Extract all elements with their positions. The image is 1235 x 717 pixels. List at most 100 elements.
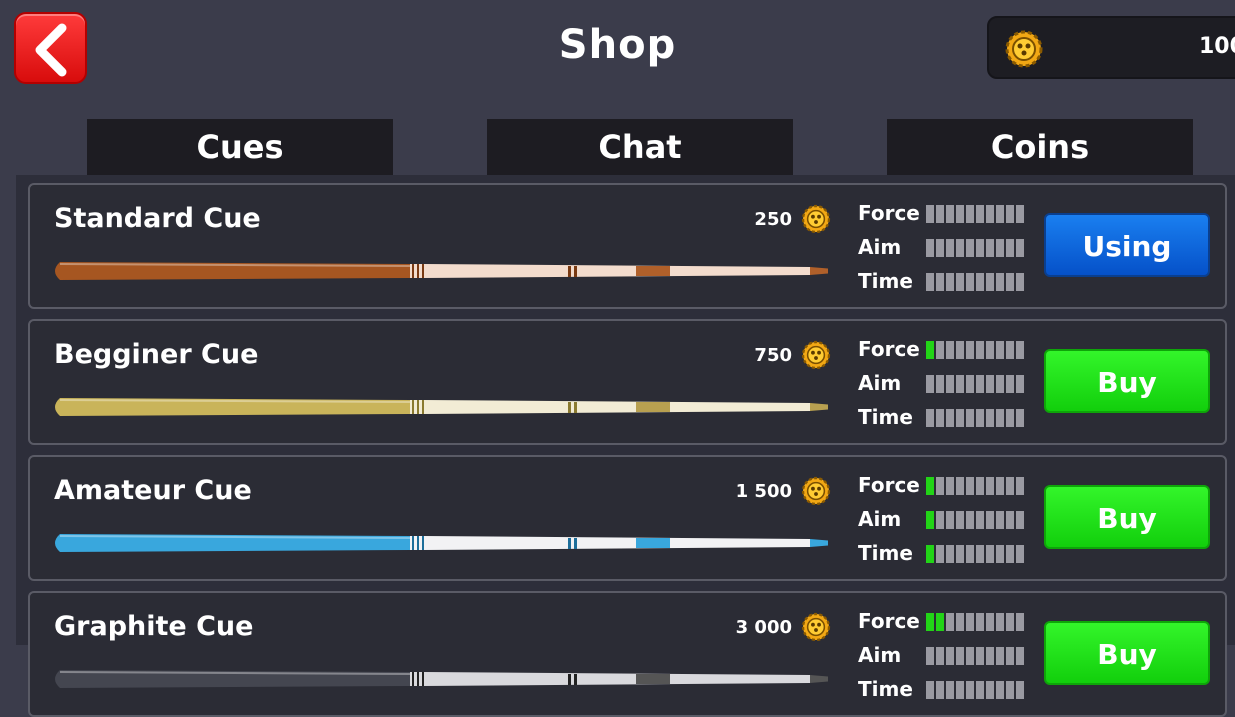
stat-segment: [936, 205, 944, 223]
stat-segment: [976, 205, 984, 223]
stat-segment: [966, 273, 974, 291]
stat-meter-time: [926, 545, 1024, 563]
stat-segment: [936, 511, 944, 529]
stat-segment: [936, 545, 944, 563]
stat-segment: [946, 409, 954, 427]
coin-icon: [1005, 30, 1043, 68]
stat-segment: [966, 341, 974, 359]
stat-segment: [1006, 681, 1014, 699]
buy-button[interactable]: Buy: [1044, 485, 1210, 549]
stat-segment: [966, 205, 974, 223]
buy-button[interactable]: Buy: [1044, 621, 1210, 685]
stat-segment: [946, 511, 954, 529]
stat-segment: [986, 681, 994, 699]
cue-card: Begginer Cue 750 Force Aim Time Buy: [28, 319, 1227, 445]
stat-segment: [1016, 681, 1024, 699]
cue-stick-image: [55, 670, 828, 688]
stat-segment: [1016, 239, 1024, 257]
cue-name: Begginer Cue: [54, 339, 259, 370]
stat-meter-force: [926, 613, 1024, 631]
stat-segment: [926, 341, 934, 359]
stat-segment: [946, 613, 954, 631]
coin-icon: [801, 476, 831, 506]
price-coin: [800, 475, 832, 511]
stat-segment: [1016, 375, 1024, 393]
stat-segment: [1016, 545, 1024, 563]
stat-segment: [986, 205, 994, 223]
stat-segment: [956, 681, 964, 699]
cue-stick: [50, 667, 834, 695]
stat-segment: [966, 613, 974, 631]
stat-segment: [1006, 341, 1014, 359]
stat-segment: [926, 239, 934, 257]
stat-segment: [926, 545, 934, 563]
stat-segment: [926, 409, 934, 427]
stat-segment: [986, 511, 994, 529]
stat-segment: [946, 681, 954, 699]
tab-coins[interactable]: Coins: [887, 119, 1193, 175]
stat-segment: [936, 477, 944, 495]
stat-segment: [956, 613, 964, 631]
cue-stick-image: [55, 262, 828, 280]
stat-segment: [1016, 409, 1024, 427]
cue-price: 3 000: [735, 617, 792, 638]
stat-segment: [926, 511, 934, 529]
stat-segment: [966, 511, 974, 529]
stat-segment: [1006, 205, 1014, 223]
stat-segment: [946, 647, 954, 665]
stat-segment: [996, 341, 1004, 359]
cue-card: Graphite Cue 3 000 Force Aim Time Buy: [28, 591, 1227, 717]
stat-segment: [996, 545, 1004, 563]
stat-segment: [926, 205, 934, 223]
stat-segment: [926, 647, 934, 665]
cue-name: Graphite Cue: [54, 611, 254, 642]
stat-segment: [946, 545, 954, 563]
stat-segment: [986, 273, 994, 291]
using-button[interactable]: Using: [1044, 213, 1210, 277]
stat-segment: [996, 477, 1004, 495]
stat-segment: [936, 613, 944, 631]
stat-segment: [1006, 647, 1014, 665]
tab-chat[interactable]: Chat: [487, 119, 793, 175]
stat-segment: [936, 647, 944, 665]
stat-segment: [946, 239, 954, 257]
stat-label-aim: Aim: [858, 371, 902, 395]
cue-card: Amateur Cue 1 500 Force Aim Time Buy: [28, 455, 1227, 581]
stat-segment: [976, 477, 984, 495]
stat-segment: [976, 681, 984, 699]
stat-segment: [1006, 273, 1014, 291]
stat-meter-aim: [926, 647, 1024, 665]
stat-segment: [996, 239, 1004, 257]
stat-segment: [976, 273, 984, 291]
stat-segment: [986, 239, 994, 257]
stat-meter-aim: [926, 511, 1024, 529]
tab-cues[interactable]: Cues: [87, 119, 393, 175]
stat-segment: [1016, 647, 1024, 665]
stat-segment: [996, 681, 1004, 699]
cue-stick: [50, 531, 834, 559]
coin-icon: [801, 340, 831, 370]
price-coin: [800, 339, 832, 375]
stat-segment: [956, 341, 964, 359]
stat-segment: [936, 273, 944, 291]
stat-segment: [966, 409, 974, 427]
stat-segment: [926, 613, 934, 631]
stat-segment: [976, 239, 984, 257]
stat-segment: [966, 681, 974, 699]
stat-segment: [946, 477, 954, 495]
stat-segment: [976, 511, 984, 529]
stat-segment: [986, 613, 994, 631]
buy-button[interactable]: Buy: [1044, 349, 1210, 413]
stat-label-time: Time: [858, 405, 913, 429]
stat-meter-force: [926, 205, 1024, 223]
coin-balance: 100: [987, 16, 1235, 79]
stat-segment: [1006, 613, 1014, 631]
price-coin: [800, 203, 832, 239]
stat-segment: [976, 375, 984, 393]
cue-stick-image: [55, 534, 828, 552]
stat-segment: [996, 375, 1004, 393]
stat-segment: [976, 545, 984, 563]
stat-segment: [946, 375, 954, 393]
stat-segment: [966, 239, 974, 257]
coin-icon: [801, 204, 831, 234]
